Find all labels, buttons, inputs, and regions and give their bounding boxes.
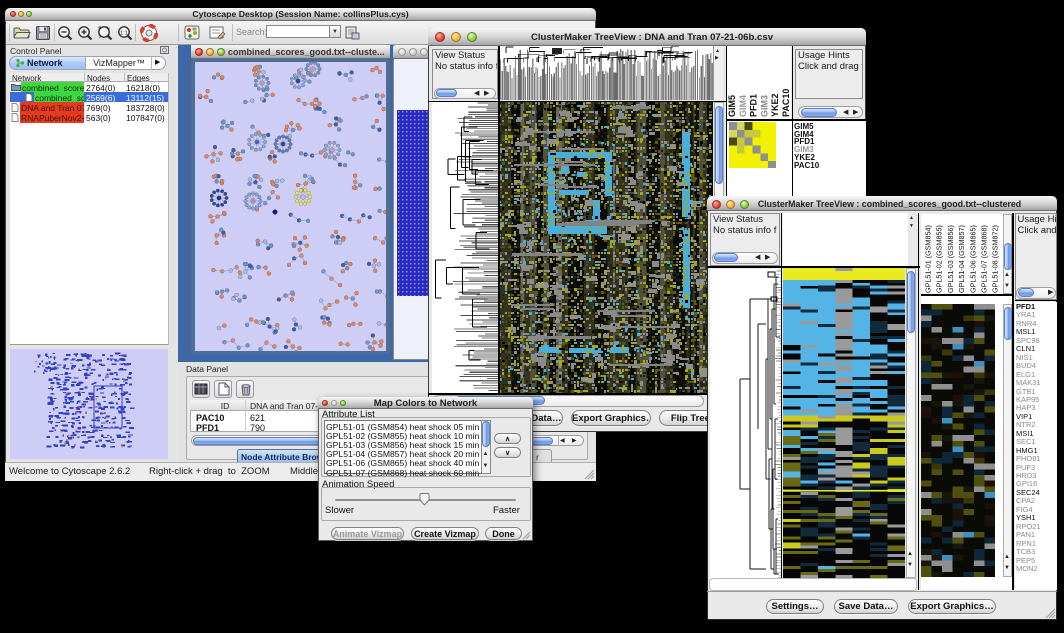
svg-text:PAC10: PAC10 (781, 89, 791, 117)
svg-text:GPL51-07 (GSM868): GPL51-07 (GSM868) (980, 225, 989, 293)
svg-text:GIM4: GIM4 (738, 95, 748, 117)
svg-text:YKE2: YKE2 (770, 93, 780, 117)
svg-text:GPL51-01 (GSM854): GPL51-01 (GSM854) (924, 225, 933, 293)
svg-text:1:1: 1:1 (120, 31, 128, 37)
svg-text:GPL51-03 (GSM856): GPL51-03 (GSM856) (946, 225, 955, 293)
svg-text:GPL51-04 (GSM857): GPL51-04 (GSM857) (957, 225, 966, 293)
svg-text:GPL51-08 (GSM872): GPL51-08 (GSM872) (991, 225, 1000, 293)
svg-text:GPL51-06 (GSM865): GPL51-06 (GSM865) (968, 225, 977, 293)
svg-text:PFD1: PFD1 (749, 94, 759, 117)
svg-text:GIM5: GIM5 (727, 95, 737, 117)
svg-text:GIM3: GIM3 (759, 95, 769, 117)
svg-text:GPL51-02 (GSM855): GPL51-02 (GSM855) (935, 225, 944, 293)
